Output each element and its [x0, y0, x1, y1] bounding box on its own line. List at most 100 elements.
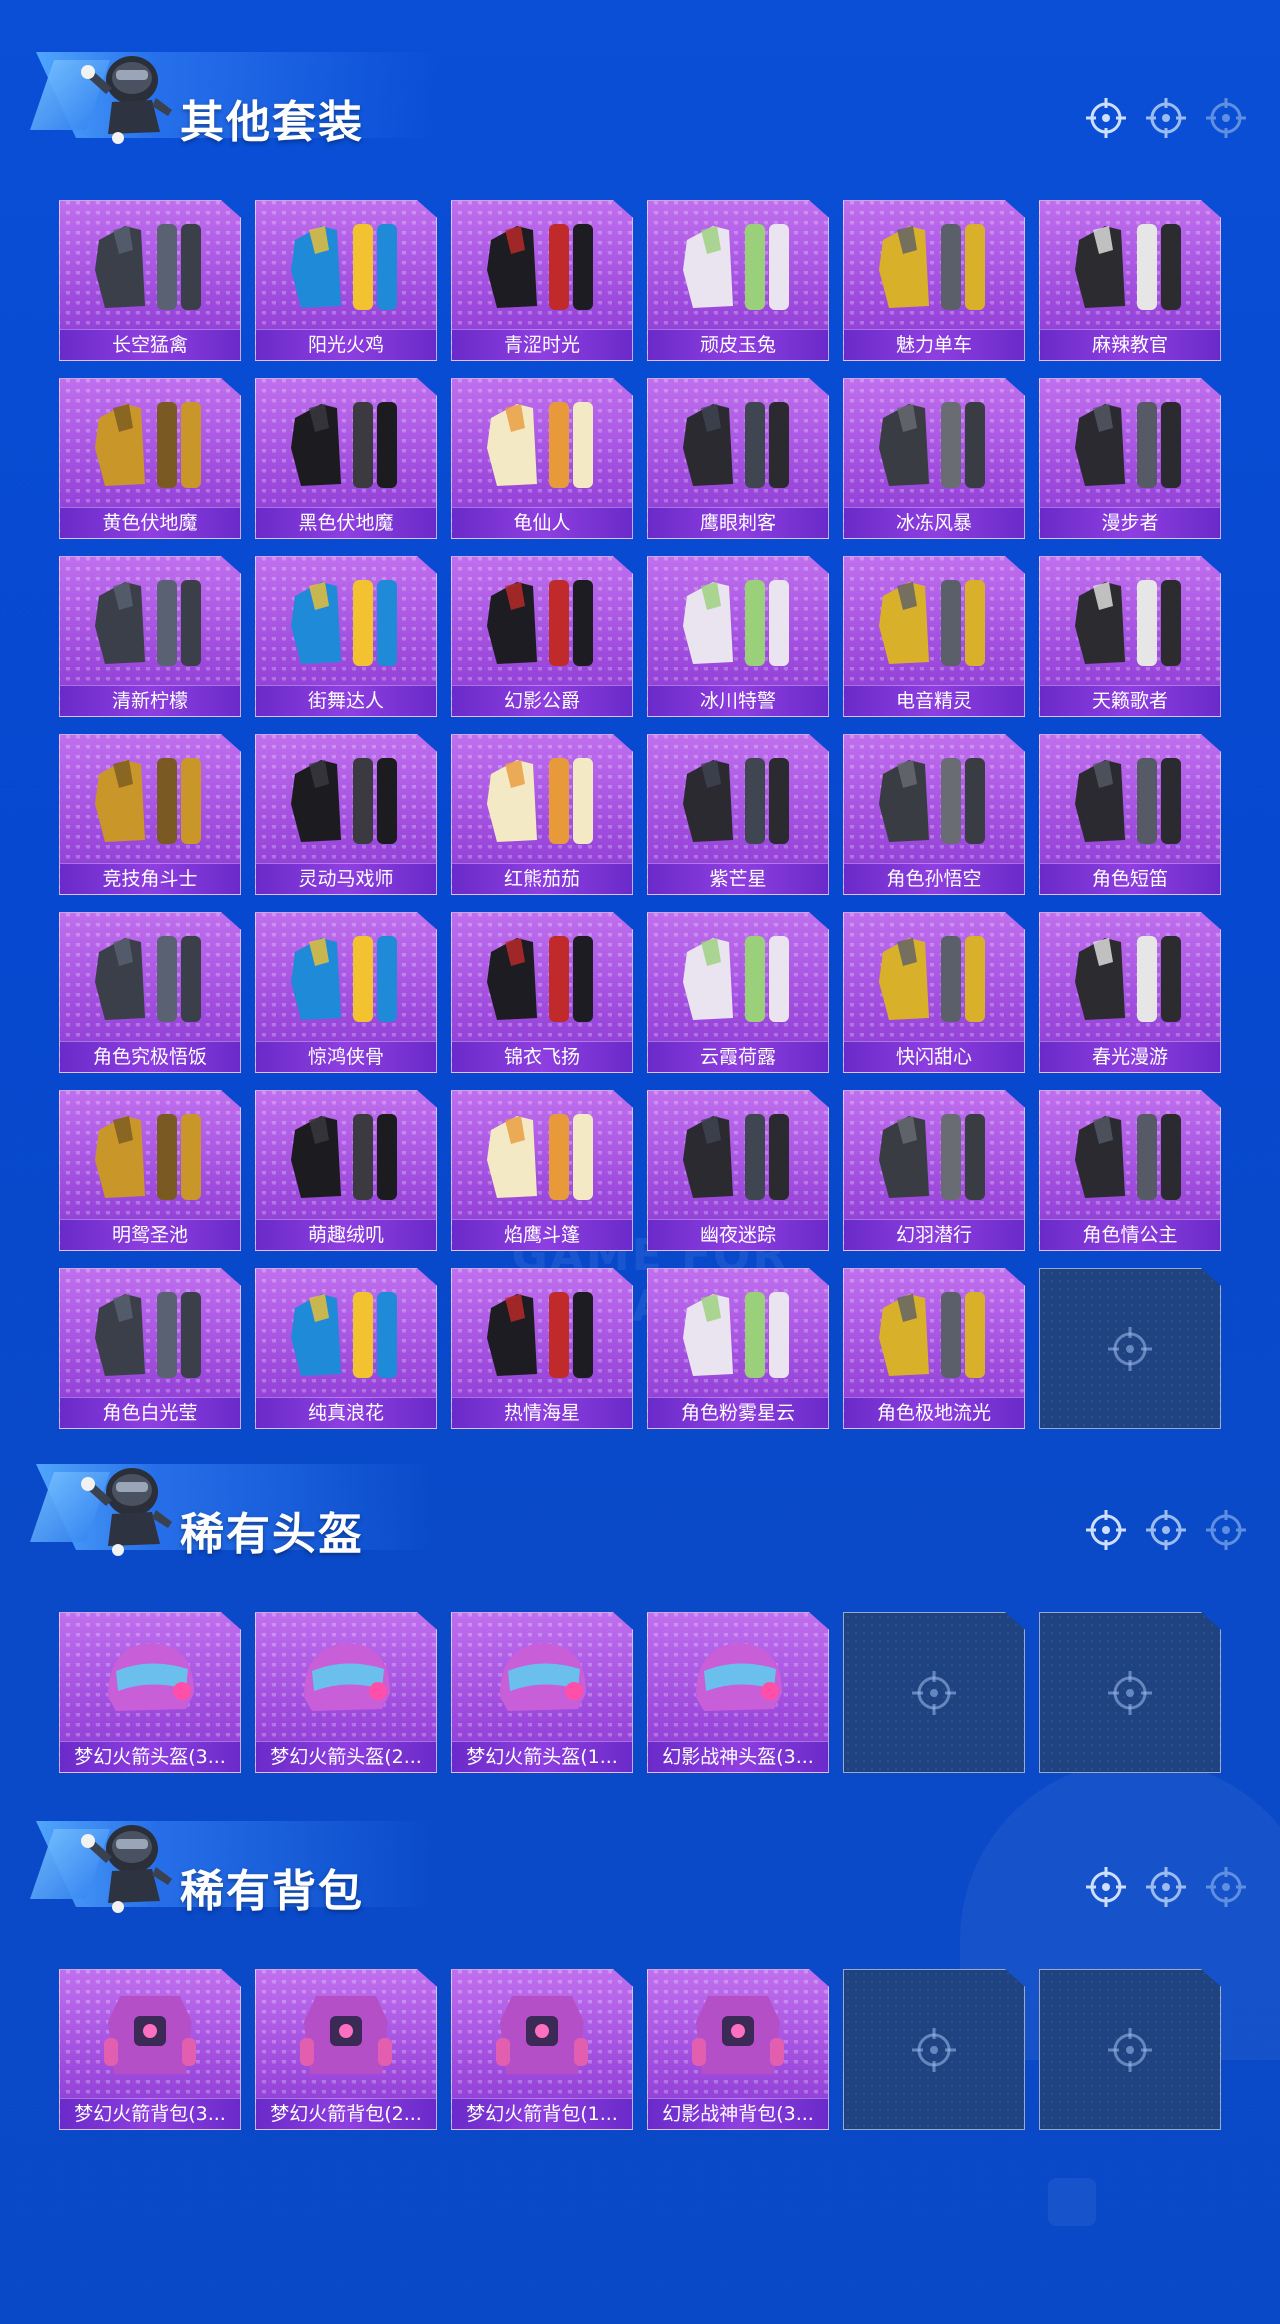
empty-slot: [1039, 1969, 1221, 2130]
item-card[interactable]: 角色极地流光: [843, 1268, 1025, 1429]
item-image: [844, 1269, 1024, 1397]
item-card[interactable]: 顽皮玉兔: [647, 200, 829, 361]
item-image: [648, 1091, 828, 1219]
item-image: [844, 735, 1024, 863]
empty-slot: [1039, 1612, 1221, 1773]
item-card[interactable]: 黄色伏地魔: [59, 378, 241, 539]
item-image: [256, 201, 436, 329]
item-image: [452, 1269, 632, 1397]
item-card[interactable]: 幻影战神头盔(3...: [647, 1612, 829, 1773]
item-card[interactable]: 幻影战神背包(3...: [647, 1969, 829, 2130]
item-card[interactable]: 焰鹰斗篷: [451, 1090, 633, 1251]
item-name: 幻影战神背包(3...: [648, 2098, 828, 2129]
item-card[interactable]: 梦幻火箭背包(2...: [255, 1969, 437, 2130]
item-name: 漫步者: [1040, 507, 1220, 538]
item-image: [452, 1091, 632, 1219]
item-image: [256, 557, 436, 685]
item-card[interactable]: 梦幻火箭背包(3...: [59, 1969, 241, 2130]
item-card[interactable]: 黑色伏地魔: [255, 378, 437, 539]
item-image: [452, 1970, 632, 2098]
item-card[interactable]: 竞技角斗士: [59, 734, 241, 895]
item-name: 锦衣飞扬: [452, 1041, 632, 1072]
item-name: 梦幻火箭背包(1...: [452, 2098, 632, 2129]
item-name: 冰川特警: [648, 685, 828, 716]
item-image: [256, 1091, 436, 1219]
item-card[interactable]: 长空猛禽: [59, 200, 241, 361]
section-title: 稀有头盔: [180, 1509, 364, 1560]
item-name: 红熊茄茄: [452, 863, 632, 894]
crosshair-icon: [1108, 1327, 1152, 1371]
item-card[interactable]: 麻辣教官: [1039, 200, 1221, 361]
item-name: 明鸳圣池: [60, 1219, 240, 1250]
empty-slot: [1039, 1268, 1221, 1429]
item-card[interactable]: 青涩时光: [451, 200, 633, 361]
item-image: [256, 1269, 436, 1397]
item-card[interactable]: 角色白光莹: [59, 1268, 241, 1429]
item-image: [1040, 379, 1220, 507]
item-card[interactable]: 鹰眼刺客: [647, 378, 829, 539]
item-image: [844, 201, 1024, 329]
item-card[interactable]: 角色孙悟空: [843, 734, 1025, 895]
item-card[interactable]: 清新柠檬: [59, 556, 241, 717]
item-card[interactable]: 锦衣飞扬: [451, 912, 633, 1073]
crosshair-icon: [1146, 98, 1186, 138]
item-name: 黄色伏地魔: [60, 507, 240, 538]
item-image: [1040, 1091, 1220, 1219]
item-card[interactable]: 惊鸿侠骨: [255, 912, 437, 1073]
item-card[interactable]: 梦幻火箭头盔(3...: [59, 1612, 241, 1773]
item-card[interactable]: 紫芒星: [647, 734, 829, 895]
section-header: 稀有背包: [0, 1769, 1280, 1917]
item-image: [60, 1091, 240, 1219]
item-name: 角色究极悟饭: [60, 1041, 240, 1072]
item-name: 鹰眼刺客: [648, 507, 828, 538]
crosshair-icon: [1146, 1867, 1186, 1907]
item-name: 快闪甜心: [844, 1041, 1024, 1072]
item-card[interactable]: 角色粉雾星云: [647, 1268, 829, 1429]
item-name: 灵动马戏师: [256, 863, 436, 894]
item-card[interactable]: 纯真浪花: [255, 1268, 437, 1429]
crosshair-icon: [1086, 98, 1126, 138]
item-image: [648, 201, 828, 329]
item-card[interactable]: 红熊茄茄: [451, 734, 633, 895]
item-card[interactable]: 萌趣绒叽: [255, 1090, 437, 1251]
item-card[interactable]: 漫步者: [1039, 378, 1221, 539]
item-name: 街舞达人: [256, 685, 436, 716]
item-image: [452, 201, 632, 329]
item-card[interactable]: 梦幻火箭头盔(2...: [255, 1612, 437, 1773]
empty-slot: [843, 1969, 1025, 2130]
item-name: 梦幻火箭头盔(2...: [256, 1741, 436, 1772]
item-card[interactable]: 角色情公主: [1039, 1090, 1221, 1251]
item-card[interactable]: 角色短笛: [1039, 734, 1221, 895]
item-card[interactable]: 春光漫游: [1039, 912, 1221, 1073]
item-image: [1040, 735, 1220, 863]
item-card[interactable]: 快闪甜心: [843, 912, 1025, 1073]
item-card[interactable]: 冰川特警: [647, 556, 829, 717]
item-image: [60, 201, 240, 329]
item-card[interactable]: 明鸳圣池: [59, 1090, 241, 1251]
item-card[interactable]: 梦幻火箭头盔(1...: [451, 1612, 633, 1773]
item-name: 紫芒星: [648, 863, 828, 894]
item-image: [648, 379, 828, 507]
item-card[interactable]: 冰冻风暴: [843, 378, 1025, 539]
item-card[interactable]: 天籁歌者: [1039, 556, 1221, 717]
item-image: [452, 379, 632, 507]
item-card[interactable]: 龟仙人: [451, 378, 633, 539]
item-card[interactable]: 魅力单车: [843, 200, 1025, 361]
item-card[interactable]: 热情海星: [451, 1268, 633, 1429]
item-card[interactable]: 幽夜迷踪: [647, 1090, 829, 1251]
item-card[interactable]: 电音精灵: [843, 556, 1025, 717]
item-card[interactable]: 阳光火鸡: [255, 200, 437, 361]
item-card[interactable]: 灵动马戏师: [255, 734, 437, 895]
section-header: 稀有头盔: [0, 1412, 1280, 1560]
item-image: [844, 1091, 1024, 1219]
item-card[interactable]: 角色究极悟饭: [59, 912, 241, 1073]
crosshair-icon: [912, 2028, 956, 2072]
crosshair-icon: [1108, 1671, 1152, 1715]
item-card[interactable]: 街舞达人: [255, 556, 437, 717]
item-image: [256, 913, 436, 1041]
item-card[interactable]: 幻羽潜行: [843, 1090, 1025, 1251]
item-card[interactable]: 幻影公爵: [451, 556, 633, 717]
item-card[interactable]: 云霞荷露: [647, 912, 829, 1073]
item-name: 长空猛禽: [60, 329, 240, 360]
item-card[interactable]: 梦幻火箭背包(1...: [451, 1969, 633, 2130]
